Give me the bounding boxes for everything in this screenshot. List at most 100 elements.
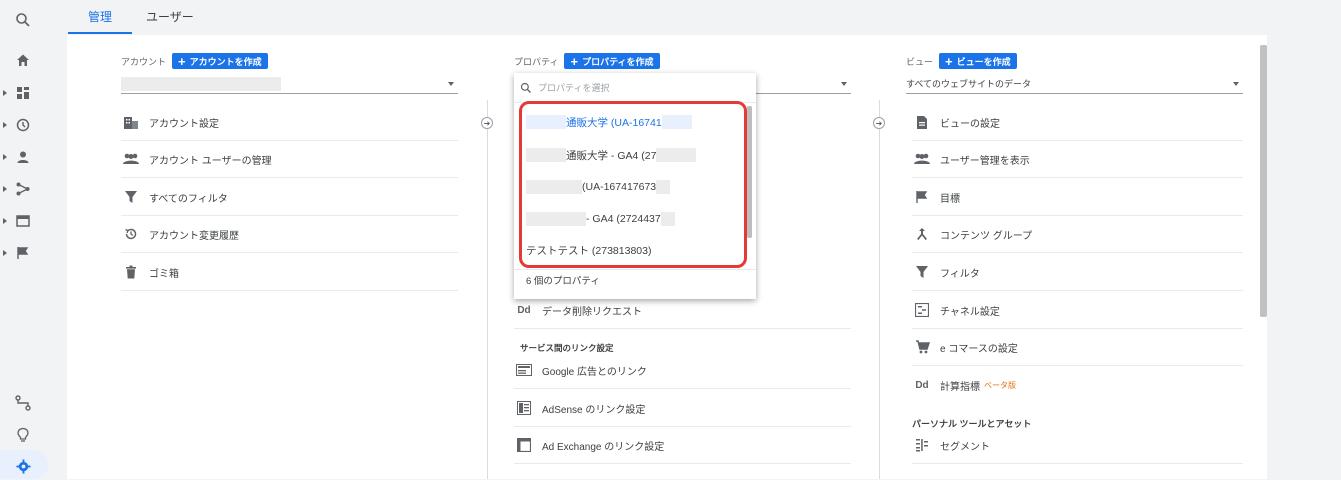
- attribution-icon[interactable]: [8, 389, 38, 417]
- expand-caret-icon[interactable]: [3, 186, 7, 192]
- property-header: プロパティ + プロパティを作成: [514, 52, 660, 70]
- beta-badge: ベータ版: [984, 381, 1016, 390]
- chevron-down-icon: [448, 82, 454, 86]
- property-search-placeholder: プロパティを選択: [538, 83, 610, 93]
- create-account-button[interactable]: + アカウントを作成: [172, 53, 268, 69]
- audience-person-icon[interactable]: [8, 143, 38, 171]
- calculated-metrics-label: 計算指標: [940, 382, 980, 393]
- account-settings-item[interactable]: アカウント設定: [121, 104, 458, 141]
- content-grouping-label: コンテンツ グループ: [940, 230, 1033, 242]
- column-divider: [487, 100, 488, 479]
- account-user-management-label: アカウント ユーザーの管理: [149, 155, 272, 167]
- content-grouping-item[interactable]: コンテンツ グループ: [912, 216, 1243, 253]
- data-deletion-request-label: データ削除リクエスト: [542, 306, 642, 318]
- goals-item[interactable]: 目標: [912, 179, 1243, 216]
- behavior-icon[interactable]: [8, 207, 38, 235]
- people-icon: [912, 149, 932, 169]
- flag-icon: [912, 187, 932, 207]
- google-ads-link-label: Google 広告とのリンク: [542, 366, 647, 378]
- search-icon: [520, 82, 531, 93]
- customization-icon[interactable]: [8, 79, 38, 107]
- dropdown-scrollbar[interactable]: [747, 106, 752, 238]
- view-label: ビュー: [906, 56, 934, 67]
- create-property-label: プロパティを作成: [582, 56, 654, 67]
- ecommerce-settings-item[interactable]: e コマースの設定: [912, 329, 1243, 366]
- history-icon: [121, 224, 141, 244]
- search-icon[interactable]: [8, 6, 38, 34]
- create-account-label: アカウントを作成: [189, 56, 262, 67]
- channel-settings-label: チャネル設定: [940, 306, 1000, 318]
- view-settings-label: ビューの設定: [940, 118, 1000, 130]
- trash-item[interactable]: ゴミ箱: [121, 254, 458, 291]
- view-selector[interactable]: すべてのウェブサイトのデータ: [906, 74, 1243, 94]
- property-search-field[interactable]: プロパティを選択: [514, 73, 756, 103]
- view-filters-label: フィルタ: [940, 268, 980, 280]
- account-user-management-item[interactable]: アカウント ユーザーの管理: [121, 141, 458, 178]
- ad-exchange-link-item[interactable]: Ad Exchange のリンク設定: [514, 427, 851, 464]
- expand-caret-icon[interactable]: [3, 218, 7, 224]
- channel-icon: [912, 300, 932, 320]
- highlight-annotation-box: [519, 101, 747, 268]
- shopping-cart-icon: [912, 337, 932, 357]
- arrow-right-icon: ➜: [481, 117, 493, 129]
- chevron-down-icon: [841, 82, 847, 86]
- ads-icon: [514, 360, 534, 380]
- google-ads-link-item[interactable]: Google 広告とのリンク: [514, 352, 851, 389]
- account-change-history-label: アカウント変更履歴: [149, 230, 239, 242]
- top-tab-bar: 管理 ユーザー: [48, 0, 1341, 34]
- adsense-link-item[interactable]: AdSense のリンク設定: [514, 390, 851, 427]
- realtime-clock-icon[interactable]: [8, 111, 38, 139]
- expand-caret-icon[interactable]: [3, 250, 7, 256]
- dd-icon: Dd: [517, 304, 531, 316]
- expand-caret-icon[interactable]: [3, 154, 7, 160]
- property-count: 6 個のプロパティ: [526, 276, 600, 287]
- account-header: アカウント + アカウントを作成: [121, 52, 268, 70]
- segments-label: セグメント: [940, 441, 990, 453]
- expand-caret-icon[interactable]: [3, 90, 7, 96]
- segments-icon: [912, 435, 932, 455]
- view-user-management-item[interactable]: ユーザー管理を表示: [912, 141, 1243, 178]
- adsense-link-label: AdSense のリンク設定: [542, 404, 646, 416]
- account-selector[interactable]: [121, 74, 458, 94]
- arrow-right-icon: ➜: [873, 117, 885, 129]
- dd-icon: Dd: [915, 380, 929, 391]
- view-header: ビュー + ビューを作成: [906, 52, 1017, 70]
- view-user-management-label: ユーザー管理を表示: [940, 155, 1030, 167]
- ad-exchange-link-label: Ad Exchange のリンク設定: [542, 441, 665, 453]
- tab-admin[interactable]: 管理: [68, 0, 133, 34]
- segments-item[interactable]: セグメント: [912, 427, 1243, 464]
- all-filters-label: すべてのフィルタ: [149, 193, 228, 205]
- view-selected-value: すべてのウェブサイトのデータ: [906, 79, 1032, 89]
- left-nav-rail: [0, 0, 48, 479]
- column-divider: [879, 100, 880, 479]
- dropdown-divider: [514, 269, 756, 270]
- view-filters-item[interactable]: フィルタ: [912, 254, 1243, 291]
- view-settings-item[interactable]: ビューの設定: [912, 104, 1243, 141]
- channel-settings-item[interactable]: チャネル設定: [912, 292, 1243, 329]
- ad-exchange-icon: [514, 435, 534, 455]
- document-icon: [912, 112, 932, 132]
- chevron-down-icon: [1233, 82, 1239, 86]
- admin-gear-icon[interactable]: [8, 452, 38, 480]
- merge-icon: [912, 224, 932, 244]
- account-change-history-item[interactable]: アカウント変更履歴: [121, 216, 458, 253]
- filter-icon: [912, 262, 932, 282]
- trash-icon: [121, 262, 141, 282]
- create-view-label: ビューを作成: [956, 56, 1011, 67]
- all-filters-item[interactable]: すべてのフィルタ: [121, 179, 458, 216]
- page-scrollbar[interactable]: [1260, 45, 1267, 317]
- lightbulb-icon[interactable]: [8, 421, 38, 449]
- redacted-account-name: [121, 76, 281, 91]
- ecommerce-settings-label: e コマースの設定: [940, 343, 1018, 355]
- people-icon: [121, 149, 141, 169]
- expand-caret-icon[interactable]: [3, 122, 7, 128]
- trash-label: ゴミ箱: [149, 268, 179, 280]
- home-icon[interactable]: [8, 46, 38, 74]
- create-property-button[interactable]: + プロパティを作成: [564, 53, 660, 69]
- goals-label: 目標: [940, 193, 960, 205]
- create-view-button[interactable]: + ビューを作成: [939, 53, 1017, 69]
- acquisition-icon[interactable]: [8, 175, 38, 203]
- calculated-metrics-item[interactable]: Dd 計算指標 ベータ版: [912, 367, 1243, 404]
- conversions-flag-icon[interactable]: [8, 239, 38, 267]
- tab-user[interactable]: ユーザー: [126, 0, 214, 34]
